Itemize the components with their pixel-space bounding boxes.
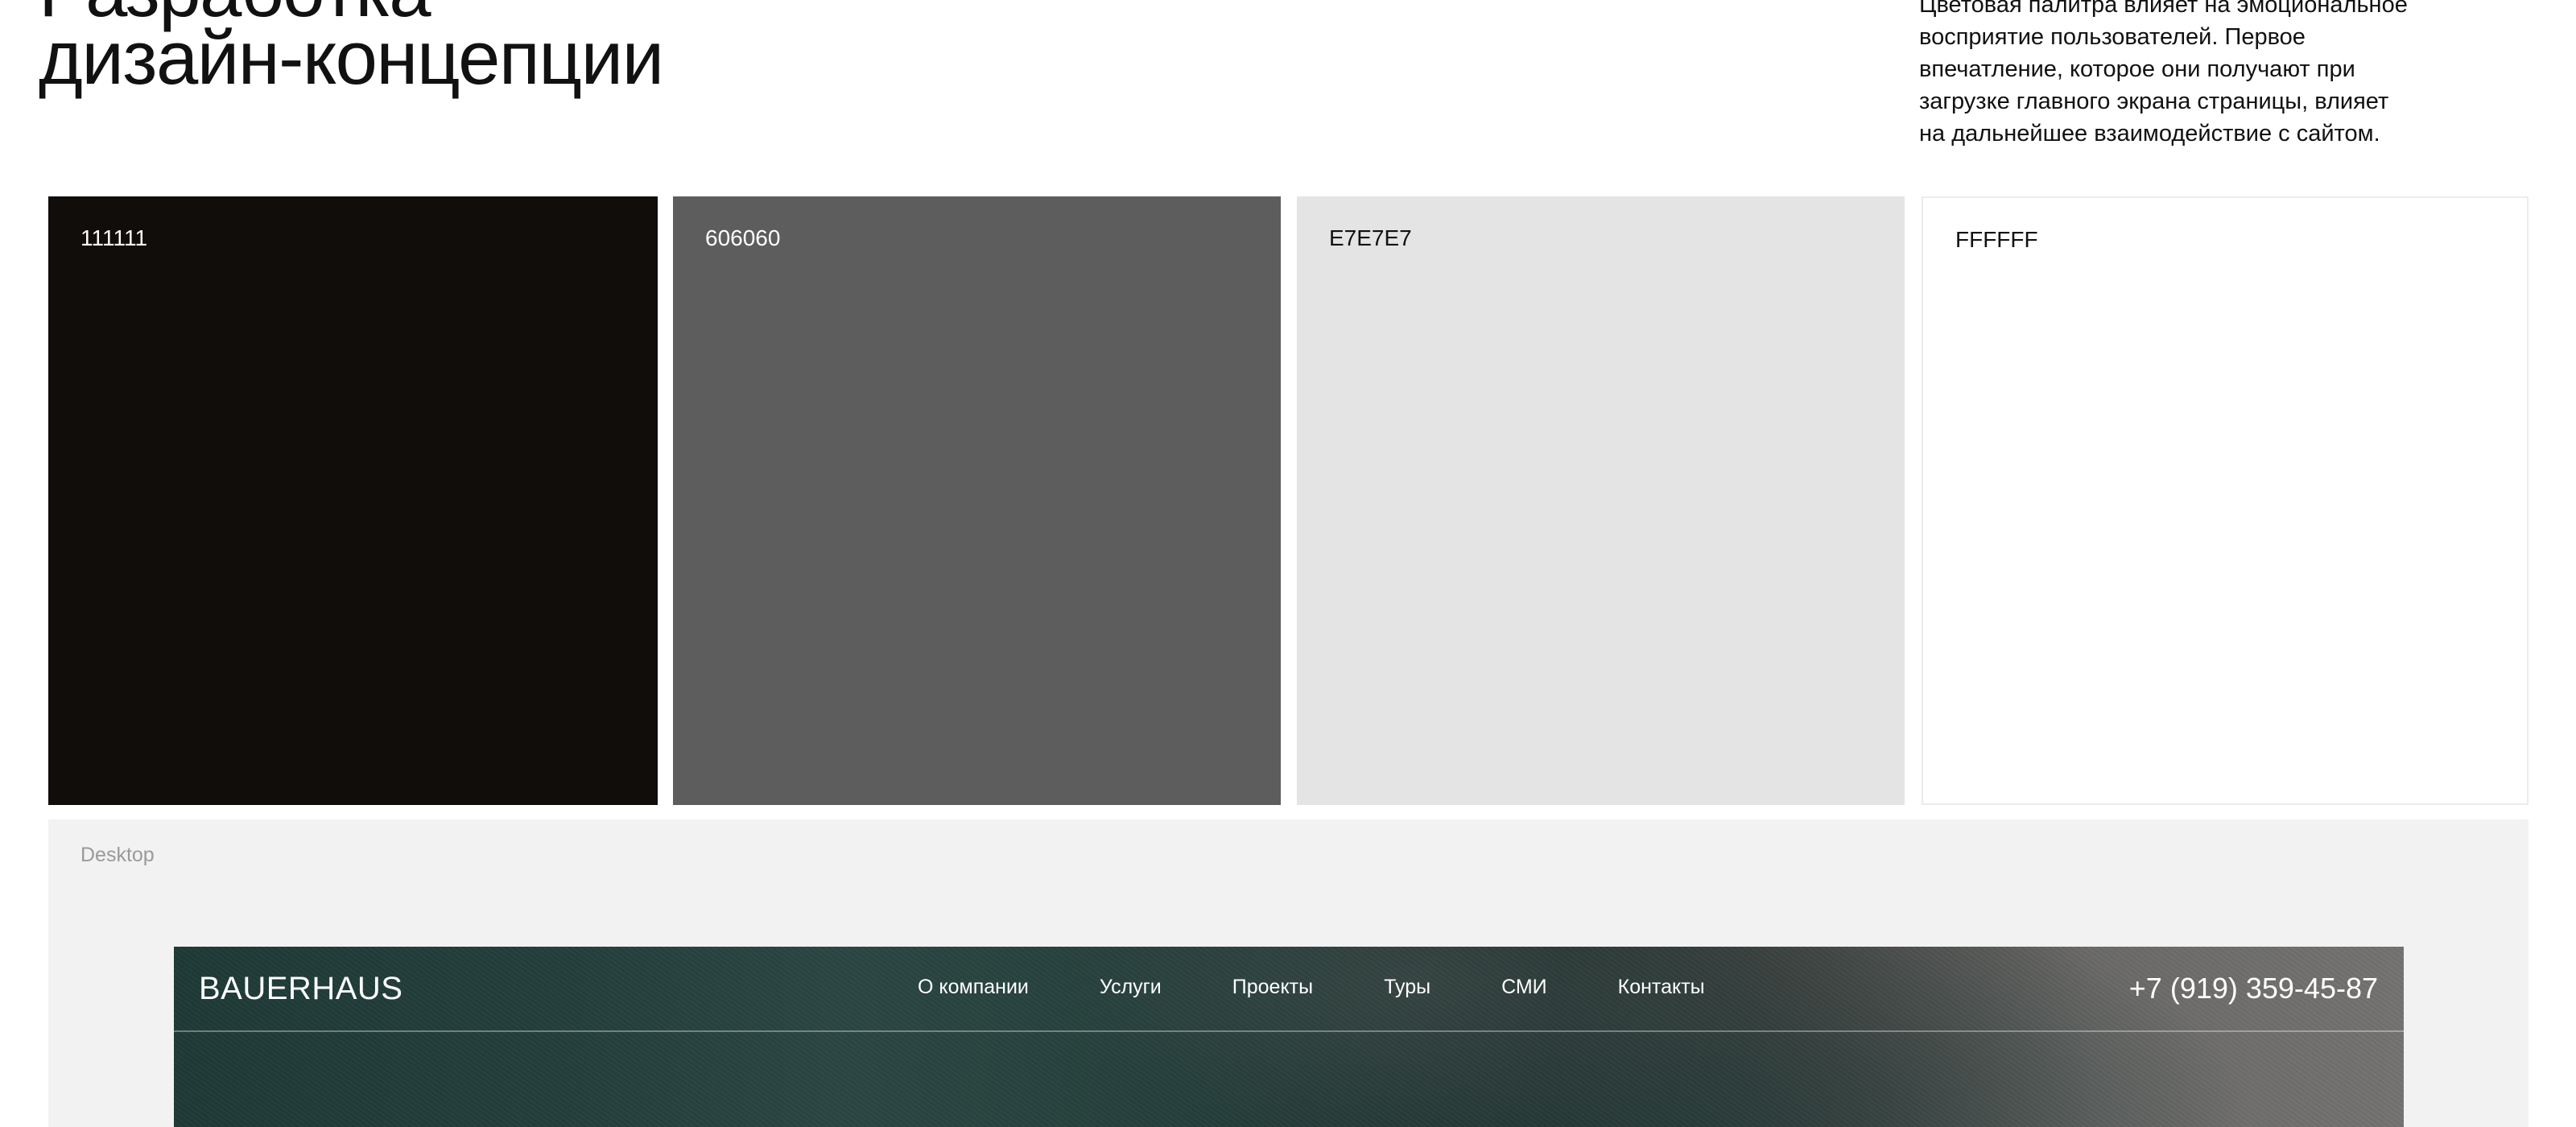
swatch-code-label: FFFFFF	[1955, 227, 2038, 252]
description-line: впечатление, которое они получают при	[1919, 56, 2355, 82]
site-phone-link[interactable]: +7 (919) 359-45-87	[2129, 971, 2378, 1006]
site-header: BAUERHAUS О компании Услуги Проекты Туры…	[174, 947, 2404, 1032]
nav-item-services[interactable]: Услуги	[1100, 972, 1162, 1001]
page-title: Разработка дизайн-концепции	[39, 0, 664, 100]
swatch-code-label: 111111	[80, 225, 148, 250]
site-nav-menu: О компании Услуги Проекты Туры СМИ Конта…	[918, 972, 1705, 1001]
color-swatch-e7e7e7: E7E7E7	[1297, 196, 1905, 805]
desktop-preview-label: Desktop	[80, 844, 155, 866]
color-swatch-111111: 111111	[48, 196, 658, 805]
description-line: загрузке главного экрана страницы, влияе…	[1919, 89, 2389, 114]
description-line: на дальнейшее взаимодействие с сайтом.	[1919, 121, 2380, 147]
description-line: Цветовая палитра влияет на эмоциональное	[1919, 0, 2408, 18]
desktop-preview-panel: Desktop BAUERHAUS О компании Услуги Прое…	[48, 819, 2529, 1127]
nav-item-about[interactable]: О компании	[918, 972, 1029, 1001]
nav-item-tours[interactable]: Туры	[1384, 972, 1430, 1001]
color-swatch-ffffff: FFFFFF	[1922, 196, 2529, 805]
swatch-code-label: 606060	[705, 225, 781, 250]
palette-description: Цветовая палитра влияет на эмоциональное…	[1919, 0, 2434, 150]
nav-item-projects[interactable]: Проекты	[1232, 972, 1313, 1001]
nav-item-media[interactable]: СМИ	[1501, 972, 1547, 1001]
page: Разработка дизайн-концепции Цветовая пал…	[0, 0, 2576, 1127]
description-line: восприятие пользователей. Первое	[1919, 24, 2306, 50]
website-mockup: BAUERHAUS О компании Услуги Проекты Туры…	[174, 947, 2404, 1127]
site-logo[interactable]: BAUERHAUS	[199, 971, 402, 1006]
color-swatch-606060: 606060	[673, 196, 1281, 805]
swatch-code-label: E7E7E7	[1329, 225, 1412, 250]
page-title-line-2: дизайн-концепции	[39, 15, 664, 100]
nav-item-contacts[interactable]: Контакты	[1618, 972, 1705, 1001]
